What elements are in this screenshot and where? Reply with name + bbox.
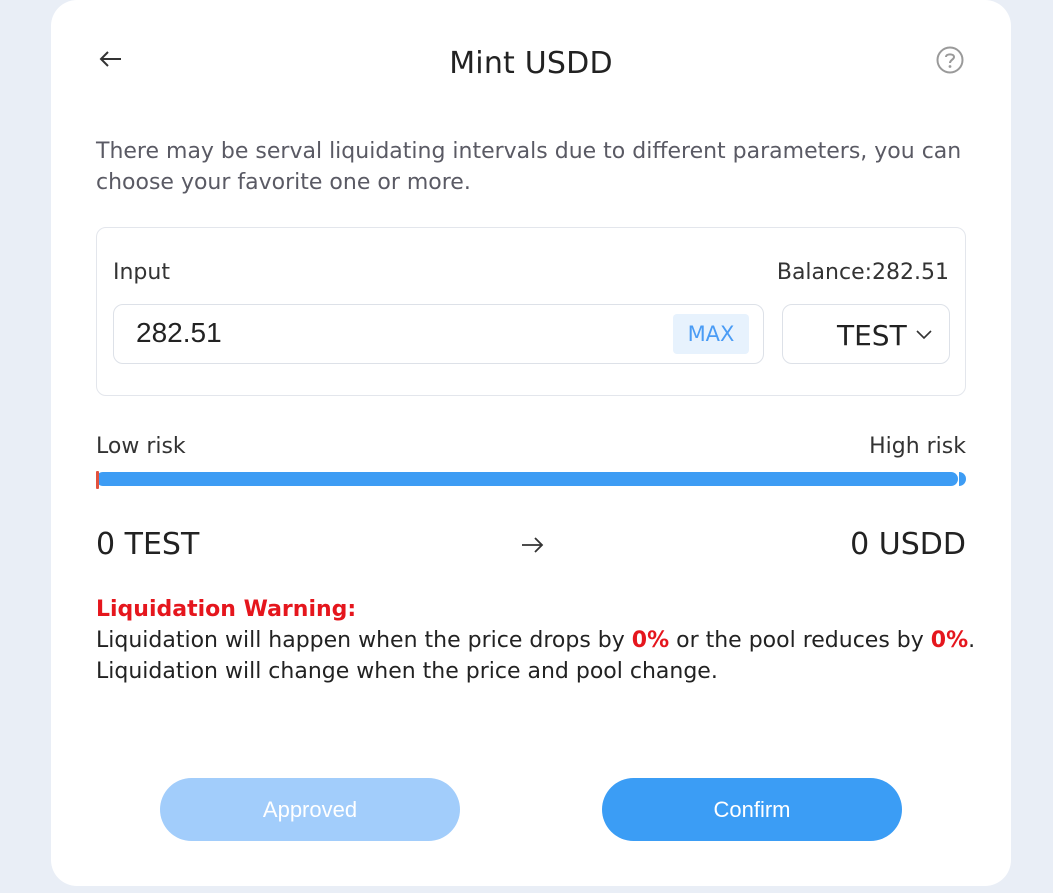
- warning-line-2: Liquidation will change when the price a…: [96, 659, 718, 684]
- risk-slider-handle-max[interactable]: [958, 472, 966, 486]
- warning-title: Liquidation Warning:: [96, 597, 357, 622]
- token-name: TEST: [837, 319, 907, 352]
- risk-slider-fill: [96, 472, 958, 486]
- arrow-right-icon: [519, 532, 547, 558]
- amount-input[interactable]: 282.51 MAX: [113, 304, 764, 364]
- input-panel: Input Balance:282.51 282.51 MAX TEST: [96, 227, 966, 396]
- help-icon[interactable]: [935, 45, 965, 75]
- confirm-button[interactable]: Confirm: [602, 778, 902, 841]
- pool-reduce-percent: 0%: [930, 628, 969, 653]
- max-button[interactable]: MAX: [673, 314, 749, 354]
- risk-slider[interactable]: [96, 471, 966, 489]
- balance-text: Balance:282.51: [776, 260, 949, 285]
- to-amount: 0 USDD: [850, 527, 966, 562]
- page-title: Mint USDD: [449, 46, 613, 81]
- from-amount: 0 TEST: [96, 527, 200, 562]
- high-risk-label: High risk: [869, 434, 966, 459]
- description-text: There may be serval liquidating interval…: [96, 139, 962, 195]
- warning-text-a: Liquidation will happen when the price d…: [96, 628, 632, 653]
- mint-dialog: Mint USDD There may be serval liquidatin…: [51, 0, 1011, 886]
- chevron-down-icon: [915, 327, 933, 341]
- warning-text-c: .: [968, 628, 976, 653]
- liquidation-warning: Liquidation Warning: Liquidation will ha…: [96, 594, 976, 687]
- amount-value: 282.51: [136, 317, 222, 348]
- risk-slider-handle-min[interactable]: [96, 471, 99, 489]
- low-risk-label: Low risk: [96, 434, 186, 459]
- token-select[interactable]: TEST: [782, 304, 950, 364]
- approved-button[interactable]: Approved: [160, 778, 460, 841]
- warning-line-1: Liquidation will happen when the price d…: [96, 625, 976, 656]
- input-label: Input: [113, 260, 170, 285]
- warning-text-b: or the pool reduces by: [669, 628, 931, 653]
- price-drop-percent: 0%: [631, 628, 670, 653]
